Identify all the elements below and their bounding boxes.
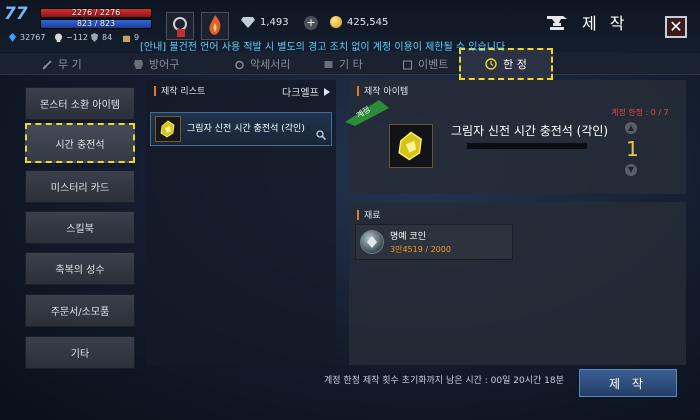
tab-armor[interactable]: 방어구 xyxy=(133,53,179,75)
materials-panel: 재료 명예 코인 3만4519 / 2000 xyxy=(349,202,686,365)
tab-limited[interactable]: 한 정 xyxy=(459,48,553,80)
close-button[interactable]: ✕ xyxy=(665,16,687,38)
list-item-name: 그림자 신전 시간 충전석 (각인) xyxy=(187,124,305,134)
craft-list-header: 제작 리스트 xyxy=(154,84,205,97)
account-limit-label: 계정 한정 : 0 / 7 xyxy=(611,108,669,117)
limit-reset-timer: 계정 한정 제작 횟수 초기화까지 남은 시간 : 00일 20시간 18분 xyxy=(324,376,564,386)
category-monster-summon[interactable]: 몬스터 소환 아이템 xyxy=(25,87,135,120)
category-holy-water[interactable]: 축복의 성수 xyxy=(25,252,135,285)
shield-icon xyxy=(90,33,99,42)
calendar-icon xyxy=(403,60,412,69)
category-etc[interactable]: 기타 xyxy=(25,336,135,369)
category-skillbook[interactable]: 스킬북 xyxy=(25,211,135,244)
hp-bar: 2276 / 2276 xyxy=(40,8,152,18)
player-level: 77 xyxy=(4,4,28,24)
bag-icon xyxy=(122,35,131,42)
gold-currency: 425,545 xyxy=(330,16,388,28)
craft-list-panel: 제작 리스트 다크엘프 그림자 신전 시간 충전석 (각인) xyxy=(146,80,336,365)
buff-slot-1[interactable] xyxy=(166,12,194,40)
craft-item-name: 그림자 신전 시간 충전석 (각인) xyxy=(451,124,609,138)
clock-icon xyxy=(485,58,497,70)
material-item[interactable]: 명예 코인 3만4519 / 2000 xyxy=(355,224,513,260)
gold-coin-icon xyxy=(330,16,342,28)
craft-item-panel: 제작 아이템 계정 그림자 신전 시간 충전석 (각인) 계정 한정 : 0 /… xyxy=(345,80,686,194)
stat-attack: 32767 xyxy=(8,33,45,42)
material-amount: 3만4519 / 2000 xyxy=(390,245,451,254)
category-scroll-consumable[interactable]: 주문서/소모품 xyxy=(25,294,135,327)
anvil-icon xyxy=(547,16,567,30)
race-filter-button[interactable]: 다크엘프 xyxy=(282,84,330,99)
category-mystery-card[interactable]: 미스터리 카드 xyxy=(25,170,135,203)
armor-icon xyxy=(134,59,143,69)
tab-accessory[interactable]: 악세서리 xyxy=(234,53,290,75)
tab-etc[interactable]: 기 타 xyxy=(323,53,363,75)
tab-weapon[interactable]: 무 기 xyxy=(42,53,82,75)
quantity-value: 1 xyxy=(626,137,639,161)
add-currency-button[interactable]: + xyxy=(304,16,318,30)
item-description-bar xyxy=(467,143,587,149)
hp-text: 2276 / 2276 xyxy=(71,8,121,17)
arrow-right-icon xyxy=(323,87,330,96)
crystal-icon xyxy=(8,33,17,42)
notice-ticker: [안내] 불건전 언어 사용 적발 시 별도의 경고 조치 없이 계정 이용이 … xyxy=(140,42,506,52)
window-title: 제 작 xyxy=(546,10,629,34)
gear-potion-icon xyxy=(173,17,187,37)
stat-weight: 9 xyxy=(122,33,139,42)
box-icon xyxy=(324,60,333,68)
list-item[interactable]: 그림자 신전 시간 충전석 (각인) xyxy=(150,112,332,146)
search-icon[interactable] xyxy=(316,130,326,140)
title-text: 제 작 xyxy=(582,14,629,33)
craft-item-header: 제작 아이템 xyxy=(357,84,408,97)
gem-currency: 1,493 xyxy=(241,16,289,28)
tab-event[interactable]: 이벤트 xyxy=(402,53,448,75)
buff-slot-2[interactable] xyxy=(201,12,229,40)
category-time-charge-stone[interactable]: 시간 충전석 xyxy=(25,123,135,163)
stat-defense: 84 xyxy=(90,33,112,42)
honor-coin-icon xyxy=(360,230,384,254)
craft-item-icon xyxy=(389,124,433,168)
skull-icon xyxy=(54,33,63,42)
time-charge-stone-icon xyxy=(155,116,181,142)
mp-bar: 823 / 823 xyxy=(40,19,152,29)
material-name: 명예 코인 xyxy=(390,232,426,242)
diamond-icon xyxy=(241,17,255,28)
tab-bar: 무 기 방어구 악세서리 기 타 이벤트 xyxy=(0,53,700,75)
quantity-up-button[interactable]: ▲ xyxy=(625,122,637,134)
sword-icon xyxy=(42,59,52,70)
mp-text: 823 / 823 xyxy=(76,19,116,28)
materials-header: 재료 xyxy=(357,208,381,221)
flame-icon xyxy=(209,15,221,35)
craft-button[interactable]: 제 작 xyxy=(579,369,677,397)
ring-icon xyxy=(235,60,244,69)
quantity-down-button[interactable]: ▼ xyxy=(625,164,637,176)
stat-karma: −112 xyxy=(54,33,88,42)
